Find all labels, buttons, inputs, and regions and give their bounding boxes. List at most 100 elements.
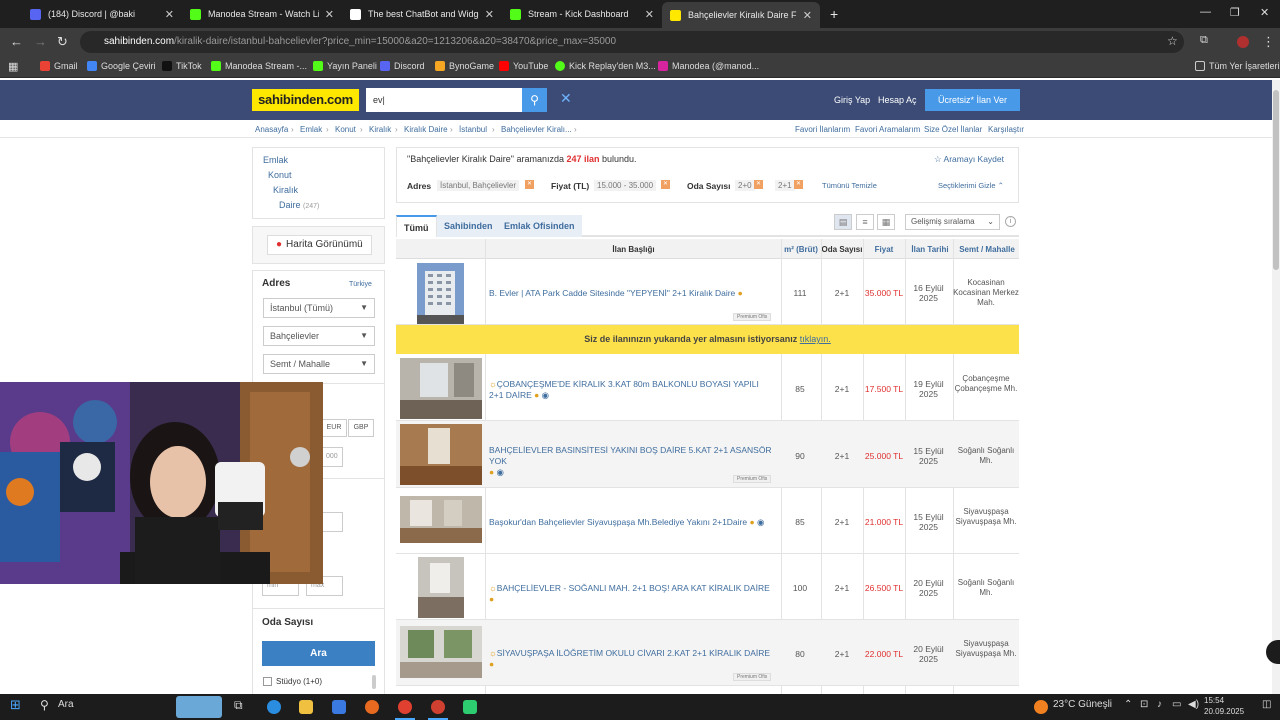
apps-grid-icon[interactable]: ▦ [8, 60, 18, 73]
breadcrumb-item[interactable]: Bahçelievler Kiralı... [501, 125, 572, 134]
close-icon[interactable]: ✕ [325, 8, 334, 21]
category-kiralik[interactable]: Kiralık [273, 185, 298, 195]
category-daire[interactable]: Daire (247) [279, 200, 319, 210]
info-icon[interactable]: i [1005, 216, 1016, 227]
star-icon[interactable]: ☆ [1167, 34, 1178, 48]
url-input[interactable]: sahibinden.com/kiralik-daire/istanbul-ba… [80, 31, 1184, 53]
windows-start-icon[interactable]: ⊞ [10, 697, 21, 713]
clock-time[interactable]: 15:54 [1204, 696, 1224, 705]
notifications-icon[interactable]: ◫ [1262, 699, 1271, 710]
chrome-icon[interactable] [431, 700, 445, 714]
tab-all[interactable]: Tümü [396, 215, 437, 237]
col-price[interactable]: Fiyat [863, 239, 905, 259]
tab-agency[interactable]: Emlak Ofisinden [497, 215, 582, 237]
table-row[interactable]: Başokur'dan Bahçelievler Siyavuşpaşa Mh.… [396, 488, 1019, 554]
login-link[interactable]: Giriş Yap [834, 95, 870, 105]
bookmark-kick-replay[interactable]: Kick Replay'den M3... [555, 61, 656, 71]
site-logo[interactable]: sahibinden.com [252, 89, 359, 111]
new-tab-button[interactable]: + [822, 4, 842, 24]
compare-link[interactable]: Karşılaştır [988, 125, 1024, 134]
store-icon[interactable] [332, 700, 346, 714]
promo-link[interactable]: tıklayın. [800, 334, 831, 344]
listing-title[interactable]: Başokur'dan Bahçelievler Siyavuşpaşa Mh.… [489, 517, 774, 528]
clear-all-filters-link[interactable]: Tümünü Temizle [822, 181, 877, 190]
listing-photo[interactable] [418, 557, 464, 618]
table-row[interactable]: B. Evler | ATA Park Cadde Sitesinde "YEP… [396, 260, 1019, 325]
sort-select[interactable]: Gelişmiş sıralama ⌄ [905, 214, 1000, 230]
app-icon[interactable] [463, 700, 477, 714]
currency-gbp-button[interactable]: GBP [348, 419, 374, 437]
bookmark-youtube[interactable]: YouTube [499, 61, 548, 71]
close-icon[interactable]: ✕ [803, 9, 812, 22]
bookmark-yayin-paneli[interactable]: Yayın Paneli [313, 61, 377, 71]
firefox-icon[interactable] [365, 700, 379, 714]
menu-icon[interactable]: ⋮ [1262, 34, 1275, 50]
all-bookmarks[interactable]: Tüm Yer İşaretleri [1195, 61, 1280, 71]
table-row[interactable]: ☼ÇOBANÇEŞME'DE KİRALIK 3.KAT 80m BALKONL… [396, 355, 1019, 421]
remove-filter-icon[interactable]: ✕ [794, 180, 803, 189]
back-arrow-icon[interactable]: ← [10, 34, 23, 49]
side-panel-button[interactable] [1266, 640, 1280, 664]
bookmark-bynogame[interactable]: BynoGame [435, 61, 494, 71]
filter-chip-rooms-2-0[interactable]: 2+0 [735, 180, 755, 191]
grid-view-icon[interactable]: ▦ [877, 214, 895, 230]
breadcrumb-item[interactable]: Kiralık Daire [404, 125, 448, 134]
bookmark-discord[interactable]: Discord [380, 61, 425, 71]
m2-max-input[interactable] [321, 512, 343, 532]
filter-chip-address[interactable]: İstanbul, Bahçelievler [437, 180, 520, 191]
tab-kick-dashboard[interactable]: Stream - Kick Dashboard ✕ [502, 4, 662, 24]
breadcrumb-item[interactable]: Konut [335, 125, 356, 134]
close-icon[interactable]: ✕ [645, 8, 654, 21]
tray-chevron-icon[interactable]: ⌃ [1124, 699, 1132, 710]
listing-photo[interactable] [400, 358, 482, 419]
tab-manodea-stream[interactable]: Manodea Stream - Watch Live ✕ [182, 4, 342, 24]
minimize-button[interactable]: — [1200, 6, 1211, 18]
remove-filter-icon[interactable]: ✕ [525, 180, 534, 189]
listing-photo[interactable] [400, 424, 482, 485]
post-ad-button[interactable]: Ücretsiz* İlan Ver [925, 89, 1020, 111]
listing-photo[interactable] [417, 263, 464, 324]
tab-chatbot[interactable]: The best ChatBot and Widgets ✕ [342, 4, 502, 24]
weather-text[interactable]: 23°C Güneşli [1053, 699, 1112, 710]
network-icon[interactable]: ▭ [1172, 699, 1181, 710]
extensions-icon[interactable]: ⧉ [1200, 34, 1208, 47]
col-date[interactable]: İlan Tarihi [905, 239, 955, 259]
breadcrumb-item[interactable]: Kiralık [369, 125, 391, 134]
city-select[interactable]: İstanbul (Tümü) ▼ [263, 298, 375, 318]
task-view-icon[interactable]: ⧉ [234, 698, 243, 713]
col-m2[interactable]: m² (Brüt) [781, 239, 821, 259]
options-scrollbar[interactable] [372, 675, 376, 689]
maximize-button[interactable]: ❐ [1230, 6, 1240, 19]
map-view-button[interactable]: ● Harita Görünümü [267, 235, 372, 255]
breadcrumb-item[interactable]: Anasayfa [255, 125, 288, 134]
category-emlak[interactable]: Emlak [263, 155, 288, 165]
col-location[interactable]: Semt / Mahalle [955, 239, 1019, 259]
close-icon[interactable]: ✕ [485, 8, 494, 21]
profile-avatar[interactable] [1237, 36, 1249, 48]
weather-widget-image[interactable] [176, 696, 222, 718]
studio-checkbox[interactable] [263, 677, 272, 686]
edge-icon[interactable] [267, 700, 281, 714]
district-select[interactable]: Bahçelievler ▼ [263, 326, 375, 346]
currency-eur-button[interactable]: EUR [321, 419, 347, 437]
neighborhood-select[interactable]: Semt / Mahalle ▼ [263, 354, 375, 374]
listing-title[interactable]: ☼ÇOBANÇEŞME'DE KİRALIK 3.KAT 80m BALKONL… [489, 379, 774, 401]
price-max-input[interactable]: 000 [321, 447, 343, 467]
clear-search-icon[interactable]: ✕ [560, 90, 572, 107]
filter-search-button[interactable]: Ara [262, 641, 375, 666]
scrollbar-thumb[interactable] [1273, 90, 1279, 270]
bookmark-instagram[interactable]: Manodea (@manod... [658, 61, 759, 71]
register-link[interactable]: Hesap Aç [878, 95, 917, 105]
table-row[interactable]: ☼BAHÇELİEVLER - SOĞANLI MAH. 2+1 BOŞ! AR… [396, 554, 1019, 620]
hide-selected-link[interactable]: Seçtiklerimi Gizle ⌃ [938, 181, 1004, 190]
file-explorer-icon[interactable] [299, 700, 313, 714]
mic-icon[interactable]: ♪ [1157, 699, 1162, 710]
bookmark-tiktok[interactable]: TikTok [162, 61, 202, 71]
forward-arrow-icon[interactable]: → [34, 34, 47, 49]
breadcrumb-item[interactable]: İstanbul [459, 125, 487, 134]
close-icon[interactable]: ✕ [165, 8, 174, 21]
table-view-icon[interactable]: ▤ [834, 214, 852, 230]
table-row[interactable]: ☼SİYAVUŞPAŞA İLÖĞRETİM OKULU CİVARI 2.KA… [396, 620, 1019, 686]
search-button[interactable]: ⚲ [522, 88, 547, 112]
tab-discord[interactable]: (184) Discord | @baki ✕ [22, 4, 182, 24]
